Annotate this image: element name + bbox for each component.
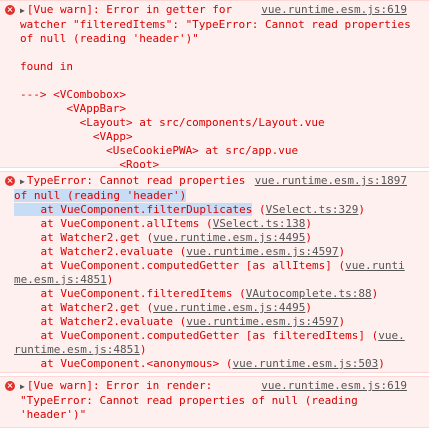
stack-frame-link[interactable]: vue.runtime.esm.js:4597	[186, 315, 338, 328]
stack-frame-link[interactable]: vue.	[378, 329, 405, 342]
stack-frame-text: at VueComponent.computedGetter [as filte…	[14, 329, 365, 342]
source-link[interactable]: vue.runtime.esm.js:619	[261, 379, 407, 393]
component-tree-line: <Root>	[20, 158, 160, 171]
stack-trace: at VueComponent.filterDuplicates (VSelec…	[14, 203, 423, 371]
stack-frame: at Watcher2.evaluate (vue.runtime.esm.js…	[14, 315, 346, 328]
stack-frame-text: at VueComponent.allItems	[14, 217, 200, 230]
console-error-entry-3: × ▶ [Vue warn]: Error in render: vue.runt…	[0, 376, 429, 428]
stack-frame-text: at Watcher2.evaluate	[14, 315, 173, 328]
stack-frame: at VueComponent.computedGetter [as filte…	[14, 329, 405, 342]
message-line: of null (reading 'header')	[14, 189, 423, 203]
stack-frame-text: at VueComponent.computedGetter [as allIt…	[14, 259, 332, 272]
stack-frame: at VueComponent.<anonymous> (vue.runtime…	[14, 357, 385, 370]
entry-prefix: [Vue warn]: Error in getter for	[26, 3, 233, 16]
stack-frame-link[interactable]: vue.runtime.esm.js:4495	[153, 301, 305, 314]
stack-frame-link[interactable]: runtime.esm.js:4851	[14, 343, 140, 356]
stack-frame-text: at VueComponent.filteredItems	[14, 287, 233, 300]
stack-frame: at VueComponent.computedGetter [as allIt…	[14, 259, 405, 272]
stack-frame-link[interactable]: vue.runtime.esm.js:4597	[186, 245, 338, 258]
expand-triangle-icon[interactable]: ▶	[20, 6, 25, 15]
stack-frame-text: at VueComponent.<anonymous>	[14, 357, 220, 370]
found-in-label: found in	[20, 60, 73, 73]
component-tree-line: <VAppBar>	[20, 102, 126, 115]
stack-frame-text: at Watcher2.get	[14, 231, 140, 244]
error-icon: ×	[5, 5, 15, 15]
stack-frame-link[interactable]: me.esm.js:4851	[14, 273, 107, 286]
stack-frame: runtime.esm.js:4851)	[14, 343, 147, 356]
stack-frame-link[interactable]: vue.runtime.esm.js:4495	[153, 231, 305, 244]
error-icon: ×	[5, 381, 15, 391]
component-tree-line: ---> <VCombobox>	[20, 88, 126, 101]
stack-frame: at VueComponent.filterDuplicates (VSelec…	[14, 203, 366, 216]
stack-frame: at VueComponent.filteredItems (VAutocomp…	[14, 287, 379, 300]
stack-frame: at Watcher2.get (vue.runtime.esm.js:4495…	[14, 231, 313, 244]
component-tree-line: <VApp>	[20, 130, 133, 143]
expand-triangle-icon[interactable]: ▶	[20, 177, 25, 186]
component-tree-line: <Layout> at src/components/Layout.vue	[20, 116, 325, 129]
stack-frame-text: at Watcher2.get	[14, 301, 140, 314]
entry-prefix: TypeError: Cannot read properties	[26, 174, 246, 187]
stack-frame-link[interactable]: VSelect.ts:138	[213, 217, 306, 230]
message-line: of null (reading 'header')"	[20, 32, 199, 45]
stack-frame-link[interactable]: VSelect.ts:329	[266, 203, 359, 216]
stack-frame-text: at Watcher2.evaluate	[14, 245, 173, 258]
source-link[interactable]: vue.runtime.esm.js:619	[261, 3, 407, 17]
stack-frame-link[interactable]: VAutocomplete.ts:88	[246, 287, 372, 300]
stack-frame: me.esm.js:4851)	[14, 273, 114, 286]
message-line: watcher "filteredItems": "TypeError: Can…	[20, 18, 411, 31]
entry-prefix: [Vue warn]: Error in render:	[26, 379, 213, 392]
stack-frame-link[interactable]: vue.runti	[345, 259, 405, 272]
source-link[interactable]: vue.runtime.esm.js:1897	[255, 174, 407, 188]
component-tree-line: <UseCookiePWA> at src/app.vue	[20, 144, 299, 157]
stack-frame-text: at VueComponent.filterDuplicates	[14, 203, 253, 216]
message-line: "TypeError: Cannot read properties of nu…	[20, 394, 358, 407]
console-error-entry-1: × ▶ [Vue warn]: Error in getter for vue.r…	[0, 0, 429, 171]
stack-frame: at Watcher2.evaluate (vue.runtime.esm.js…	[14, 245, 346, 258]
console-error-entry-2: × ▶ TypeError: Cannot read properties vue…	[0, 171, 429, 373]
stack-frame: at VueComponent.allItems (VSelect.ts:138…	[14, 217, 313, 230]
error-icon: ×	[5, 176, 15, 186]
selected-text: of null (reading 'header')	[14, 189, 187, 202]
stack-frame-link[interactable]: vue.runtime.esm.js:503	[233, 357, 379, 370]
stack-frame: at Watcher2.get (vue.runtime.esm.js:4495…	[14, 301, 313, 314]
message-line: 'header')"	[20, 408, 87, 421]
expand-triangle-icon[interactable]: ▶	[20, 382, 25, 391]
